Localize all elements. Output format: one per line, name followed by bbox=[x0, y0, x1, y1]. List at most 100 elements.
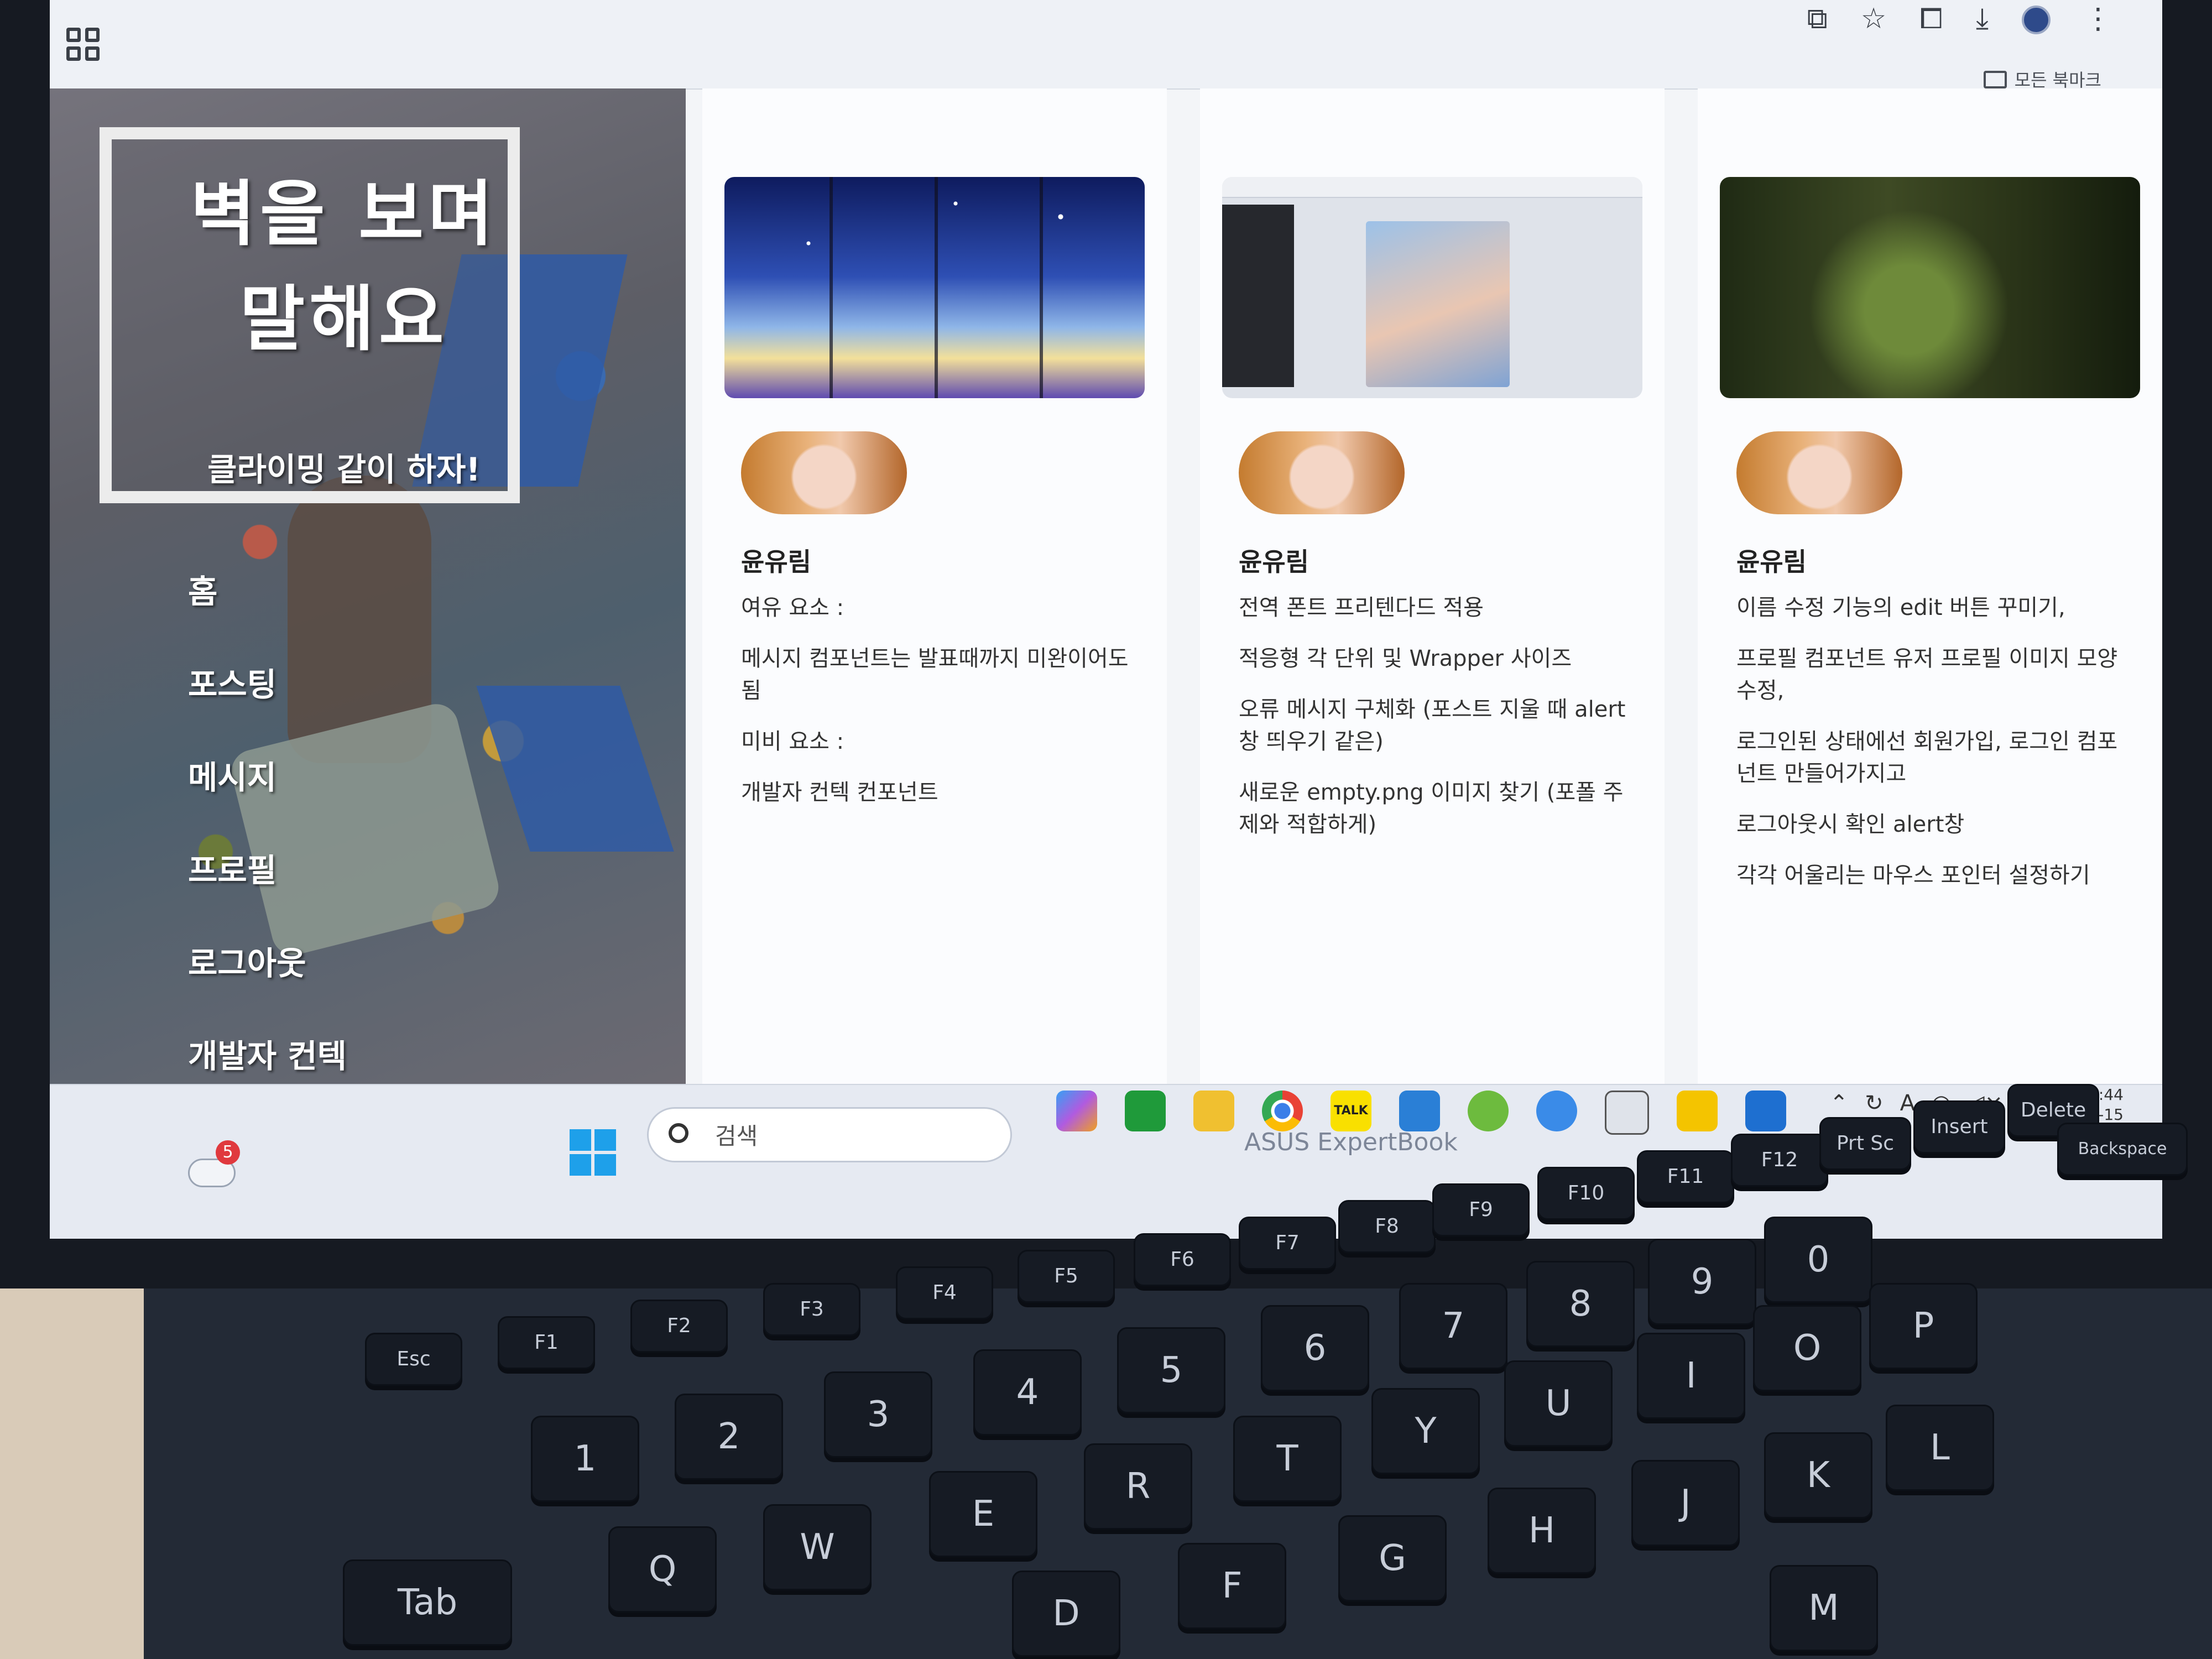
kakaotalk-app-icon[interactable]: TALK bbox=[1331, 1091, 1371, 1131]
translate-icon[interactable]: ⧉ bbox=[1807, 2, 1828, 35]
ime-indicator[interactable]: A bbox=[1900, 1091, 1915, 1116]
post-author: 윤유림 bbox=[741, 547, 811, 577]
weather-widget[interactable]: 5 bbox=[188, 1140, 240, 1196]
post-note-line: 프로필 컴포넌트 유저 프로필 이미지 모양 수정, bbox=[1736, 646, 2118, 703]
spring-app-icon[interactable] bbox=[1468, 1091, 1509, 1131]
post-note-line: 개발자 컨텍 컨포넌트 bbox=[741, 780, 938, 805]
site-title: 벽을 보며 말해요 bbox=[190, 173, 498, 361]
post-note-line: 로그아웃시 확인 alert창 bbox=[1736, 812, 1965, 837]
notification-badge: 5 bbox=[216, 1140, 240, 1165]
key-k: K bbox=[1764, 1432, 1872, 1519]
key-q: Q bbox=[608, 1526, 717, 1613]
app-store-icon[interactable] bbox=[1536, 1091, 1577, 1131]
extensions-icon[interactable]: ⧠ bbox=[1919, 2, 1943, 35]
site-logo-box: 벽을 보며 말해요 클라이밍 같이 하자! bbox=[100, 127, 520, 503]
apps-grid-icon[interactable] bbox=[66, 28, 100, 61]
copilot-app-icon[interactable] bbox=[1056, 1091, 1097, 1131]
profile-avatar-icon[interactable] bbox=[2022, 6, 2051, 34]
window-frame bbox=[1040, 177, 1043, 398]
post-notes: 여유 요소 : 메시지 컴포넌트는 발표때까지 미완이어도 됨 미비 요소 : … bbox=[741, 592, 1139, 827]
author-avatar[interactable] bbox=[1736, 431, 1902, 514]
key-9: 9 bbox=[1648, 1239, 1756, 1325]
post-card[interactable]: 윤유림 여유 요소 : 메시지 컴포넌트는 발표때까지 미완이어도 됨 미비 요… bbox=[702, 88, 1167, 1084]
key-f2: F2 bbox=[630, 1300, 728, 1353]
key-f8: F8 bbox=[1338, 1200, 1436, 1253]
nav-item-posting[interactable]: 포스팅 bbox=[188, 657, 520, 750]
key-6: 6 bbox=[1261, 1305, 1369, 1391]
nav-item-home[interactable]: 홈 bbox=[188, 564, 520, 657]
post-card[interactable]: 윤유림 전역 폰트 프리텐다드 적용 적응형 각 단위 및 Wrapper 사이… bbox=[1200, 88, 1665, 1084]
post-notes: 이름 수정 기능의 edit 버튼 꾸미기, 프로필 컴포넌트 유저 프로필 이… bbox=[1736, 592, 2135, 910]
key-w: W bbox=[763, 1504, 872, 1590]
post-feed: 윤유림 여유 요소 : 메시지 컴포넌트는 발표때까지 미완이어도 됨 미비 요… bbox=[702, 88, 2162, 1084]
key-j: J bbox=[1631, 1460, 1740, 1546]
author-avatar[interactable] bbox=[741, 431, 907, 514]
all-bookmarks-label: 모든 북마크 bbox=[2014, 70, 2101, 91]
key-prtsc: Prt Sc bbox=[1819, 1117, 1911, 1170]
key-f: F bbox=[1178, 1543, 1286, 1629]
key-f12: F12 bbox=[1731, 1134, 1828, 1187]
key-l: L bbox=[1886, 1405, 1994, 1491]
key-1: 1 bbox=[531, 1416, 639, 1502]
key-f7: F7 bbox=[1239, 1217, 1336, 1270]
vscode-app-icon[interactable] bbox=[1399, 1091, 1440, 1131]
snipping-tool-icon[interactable] bbox=[1605, 1091, 1649, 1135]
photos-app-icon[interactable] bbox=[1745, 1091, 1786, 1131]
key-insert: Insert bbox=[1913, 1100, 2005, 1154]
key-4: 4 bbox=[973, 1349, 1082, 1436]
post-author: 윤유림 bbox=[1239, 547, 1309, 577]
window-frame bbox=[830, 177, 833, 398]
windows-start-icon[interactable] bbox=[570, 1129, 616, 1176]
sticky-notes-icon[interactable] bbox=[1677, 1091, 1718, 1131]
bookmark-star-icon[interactable]: ☆ bbox=[1861, 2, 1887, 35]
key-f4: F4 bbox=[896, 1266, 993, 1319]
nav-item-message[interactable]: 메시지 bbox=[188, 750, 520, 843]
key-tab: Tab bbox=[343, 1559, 512, 1646]
chevron-up-icon[interactable]: ⌃ bbox=[1830, 1091, 1849, 1116]
screenshot-portrait bbox=[1366, 221, 1510, 387]
key-3: 3 bbox=[824, 1371, 932, 1458]
key-o: O bbox=[1753, 1305, 1861, 1391]
post-image bbox=[1720, 177, 2140, 398]
nav-item-logout[interactable]: 로그아웃 bbox=[188, 936, 520, 1029]
key-8: 8 bbox=[1526, 1261, 1635, 1347]
key-p: P bbox=[1869, 1283, 1978, 1369]
post-card[interactable]: 윤유림 이름 수정 기능의 edit 버튼 꾸미기, 프로필 컴포넌트 유저 프… bbox=[1698, 88, 2162, 1084]
key-f1: F1 bbox=[498, 1316, 595, 1369]
folder-icon bbox=[1983, 71, 2007, 88]
key-m: M bbox=[1770, 1565, 1878, 1651]
screen: ⧉ ☆ ⧠ ⤓ ⋮ 모든 북마크 벽을 보며 말해요 클라이밍 같이 하자! 홈… bbox=[50, 0, 2162, 1239]
key-r: R bbox=[1084, 1443, 1192, 1530]
key-y: Y bbox=[1371, 1388, 1480, 1474]
chrome-app-icon[interactable] bbox=[1262, 1091, 1303, 1131]
laptop-screen-bezel: ⧉ ☆ ⧠ ⤓ ⋮ 모든 북마크 벽을 보며 말해요 클라이밍 같이 하자! 홈… bbox=[0, 0, 2212, 1288]
download-icon[interactable]: ⤓ bbox=[1976, 2, 1989, 35]
post-image bbox=[724, 177, 1145, 398]
file-explorer-icon[interactable] bbox=[1193, 1091, 1234, 1131]
key-f10: F10 bbox=[1537, 1167, 1635, 1220]
nav-item-profile[interactable]: 프로필 bbox=[188, 843, 520, 936]
sync-icon[interactable]: ↻ bbox=[1865, 1091, 1884, 1116]
laptop-brand-label: ASUS ExpertBook bbox=[1244, 1128, 1458, 1156]
post-note-line: 적응형 각 단위 및 Wrapper 사이즈 bbox=[1239, 646, 1572, 671]
post-note-line: 미비 요소 : bbox=[741, 729, 844, 754]
taskbar-search[interactable]: 검색 bbox=[647, 1107, 1012, 1162]
key-t: T bbox=[1233, 1416, 1342, 1502]
key-d: D bbox=[1012, 1571, 1120, 1657]
key-g: G bbox=[1338, 1515, 1447, 1601]
key-f6: F6 bbox=[1134, 1233, 1231, 1286]
sidebar: 벽을 보며 말해요 클라이밍 같이 하자! 홈 포스팅 메시지 프로필 로그아웃… bbox=[50, 88, 686, 1084]
post-image bbox=[1222, 177, 1642, 398]
xbox-app-icon[interactable] bbox=[1125, 1091, 1166, 1131]
more-menu-icon[interactable]: ⋮ bbox=[2084, 2, 2112, 35]
window-frame bbox=[935, 177, 938, 398]
browser-actions: ⧉ ☆ ⧠ ⤓ ⋮ bbox=[1807, 2, 2112, 35]
post-note-line: 이름 수정 기능의 edit 버튼 꾸미기, bbox=[1736, 595, 2065, 620]
post-note-line: 로그인된 상태에선 회원가입, 로그인 컴포넌트 만들어가지고 bbox=[1736, 729, 2118, 786]
key-f5: F5 bbox=[1018, 1250, 1115, 1303]
author-avatar[interactable] bbox=[1239, 431, 1405, 514]
screenshot-browser-bar bbox=[1222, 177, 1642, 198]
key-2: 2 bbox=[675, 1394, 783, 1480]
post-note-line: 오류 메시지 구체화 (포스트 지울 때 alert창 띄우기 같은) bbox=[1239, 697, 1626, 754]
key-h: H bbox=[1488, 1488, 1596, 1574]
